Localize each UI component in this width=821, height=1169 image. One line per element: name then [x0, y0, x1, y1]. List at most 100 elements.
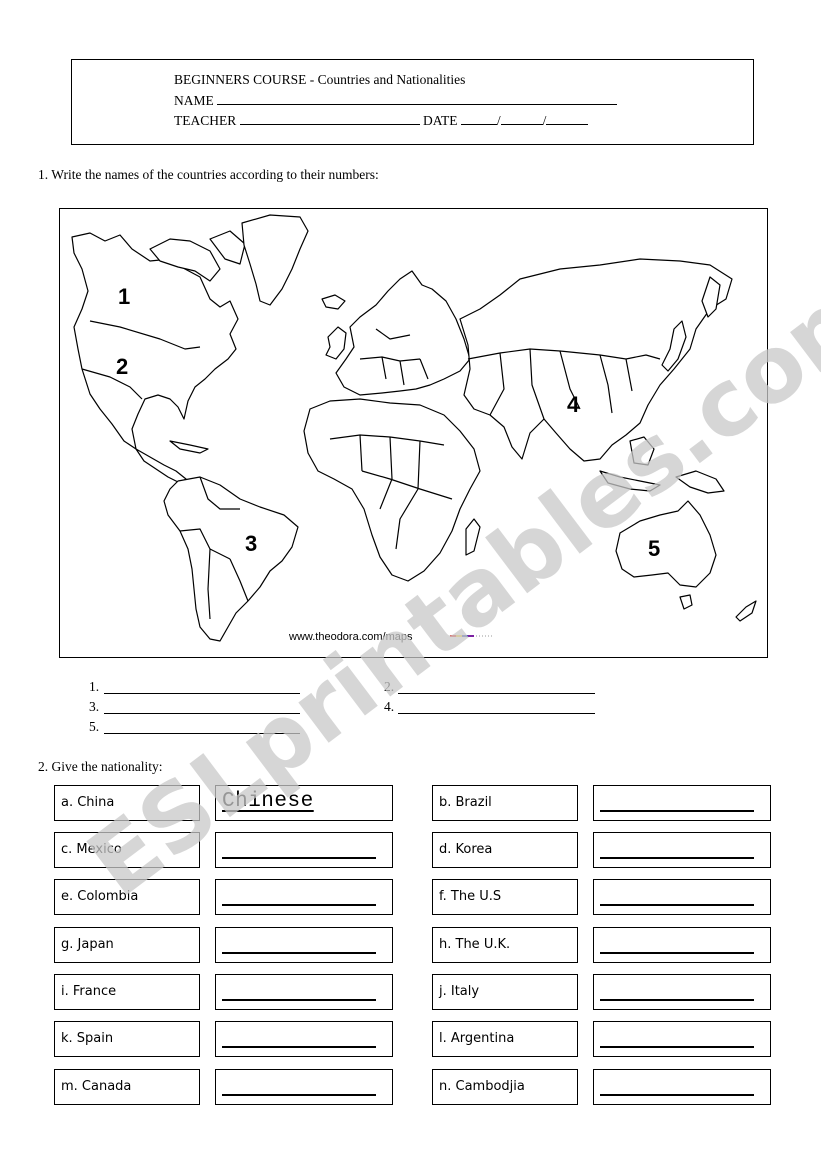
- answer-label-4: 4.: [384, 699, 395, 714]
- nationality-answer-cell[interactable]: [593, 1069, 771, 1105]
- name-field[interactable]: [217, 90, 618, 105]
- nationality-answer-cell[interactable]: [215, 974, 393, 1010]
- country-cell: h. The U.K.: [432, 927, 578, 963]
- country-cell: e. Colombia: [54, 879, 200, 915]
- date-label: DATE: [423, 113, 458, 128]
- country-cell: j. Italy: [432, 974, 578, 1010]
- answer-line-2[interactable]: [398, 692, 595, 694]
- country-cell: i. France: [54, 974, 200, 1010]
- name-row: NAME: [174, 90, 618, 111]
- baffin-island-outline: [209, 230, 246, 265]
- legend-swatch: [468, 635, 474, 637]
- country-name: h. The U.K.: [439, 937, 511, 952]
- world-map-outline: 1 2 3 4 5 www.theodora.com/maps: [71, 214, 757, 643]
- new-zealand-outline: [735, 600, 757, 622]
- answer-label-5: 5.: [89, 719, 100, 734]
- country-name: m. Canada: [61, 1079, 132, 1094]
- date-day-field[interactable]: [460, 110, 497, 125]
- greenland-outline: [241, 214, 309, 306]
- nationality-answer-line[interactable]: [600, 857, 754, 859]
- uk-outline: [325, 326, 347, 360]
- date-year-field[interactable]: [546, 110, 589, 125]
- answer-line-1[interactable]: [104, 692, 300, 694]
- nationality-answer-line[interactable]: [600, 904, 754, 906]
- country-cell: d. Korea: [432, 832, 578, 868]
- country-cell: f. The U.S: [432, 879, 578, 915]
- nationality-answer-line[interactable]: [600, 1046, 754, 1048]
- country-name: f. The U.S: [439, 889, 502, 904]
- region-number-1: 1: [118, 284, 130, 309]
- date-month-field[interactable]: [500, 110, 543, 125]
- nationality-answer-cell[interactable]: [215, 832, 393, 868]
- nationality-answer-cell[interactable]: [215, 879, 393, 915]
- nationality-answer-line[interactable]: [222, 904, 376, 906]
- nationality-answer-cell[interactable]: [593, 927, 771, 963]
- nationality-answer-text: Chinese: [222, 790, 314, 813]
- country-cell: b. Brazil: [432, 785, 578, 821]
- central-america-outline: [135, 448, 187, 484]
- nationality-answer-line[interactable]: [222, 857, 376, 859]
- nationality-answer-line[interactable]: [600, 952, 754, 954]
- nationality-answer-cell[interactable]: [593, 974, 771, 1010]
- region-number-5: 5: [648, 536, 660, 561]
- country-name: n. Cambodjia: [439, 1079, 525, 1094]
- nationality-answer-cell[interactable]: [593, 879, 771, 915]
- nationality-answer-line[interactable]: [222, 1046, 376, 1048]
- south-america-outline: [163, 476, 299, 642]
- country-name: g. Japan: [61, 937, 114, 952]
- nationality-answer-cell[interactable]: [593, 832, 771, 868]
- answer-line-4[interactable]: [398, 712, 595, 714]
- country-name: e. Colombia: [61, 889, 139, 904]
- nationality-answer-cell[interactable]: [215, 1021, 393, 1057]
- new-guinea-outline: [675, 470, 725, 494]
- country-cell: m. Canada: [54, 1069, 200, 1105]
- country-cell: n. Cambodjia: [432, 1069, 578, 1105]
- answer-label-1: 1.: [89, 679, 100, 694]
- country-name: j. Italy: [439, 984, 480, 999]
- country-cell: l. Argentina: [432, 1021, 578, 1057]
- nationality-answer-cell[interactable]: [593, 1021, 771, 1057]
- australia-outline: [615, 500, 717, 588]
- nationality-answer-line[interactable]: [222, 952, 376, 954]
- tasmania-outline: [679, 594, 693, 610]
- country-name: c. Mexico: [61, 842, 122, 857]
- iceland-outline: [321, 294, 346, 310]
- indonesia-outline: [599, 470, 661, 492]
- section1-instruction: 1. Write the names of the countries acco…: [38, 167, 379, 182]
- africa-outline: [303, 398, 481, 582]
- teacher-field[interactable]: [239, 110, 420, 125]
- country-cell: k. Spain: [54, 1021, 200, 1057]
- world-map: 1 2 3 4 5 www.theodora.com/maps: [59, 208, 768, 658]
- region-number-4: 4: [567, 392, 580, 417]
- legend-swatch: [462, 635, 468, 637]
- answer-line-5[interactable]: [104, 732, 300, 734]
- region-number-2: 2: [116, 354, 128, 379]
- country-name: d. Korea: [439, 842, 493, 857]
- country-name: a. China: [61, 795, 115, 810]
- country-name: k. Spain: [61, 1031, 114, 1046]
- borneo-outline: [629, 436, 655, 466]
- nationality-answer-line[interactable]: [600, 810, 754, 812]
- answer-label-2: 2.: [384, 679, 395, 694]
- answer-line-3[interactable]: [104, 712, 300, 714]
- answer-label-3: 3.: [89, 699, 100, 714]
- teacher-row: TEACHER DATE / /: [174, 110, 589, 131]
- nationality-answer-cell[interactable]: [215, 927, 393, 963]
- country-cell: c. Mexico: [54, 832, 200, 868]
- map-legend-bar: [450, 635, 492, 637]
- header-box: BEGINNERS COURSE - Countries and Nationa…: [71, 59, 754, 145]
- country-name: i. France: [61, 984, 117, 999]
- teacher-label: TEACHER: [174, 113, 237, 128]
- nationality-answer-cell[interactable]: Chinese: [215, 785, 393, 821]
- madagascar-outline: [465, 518, 481, 556]
- map-credit: www.theodora.com/maps: [288, 631, 413, 643]
- nationality-answer-line[interactable]: [222, 999, 376, 1001]
- nationality-answer-cell[interactable]: [593, 785, 771, 821]
- nationality-answer-line[interactable]: [600, 1094, 754, 1096]
- nationality-answer-line[interactable]: [600, 999, 754, 1001]
- country-name: b. Brazil: [439, 795, 492, 810]
- country-name: l. Argentina: [439, 1031, 515, 1046]
- nationality-answer-cell[interactable]: [215, 1069, 393, 1105]
- section2-instruction: 2. Give the nationality:: [38, 759, 163, 774]
- nationality-answer-line[interactable]: [222, 1094, 376, 1096]
